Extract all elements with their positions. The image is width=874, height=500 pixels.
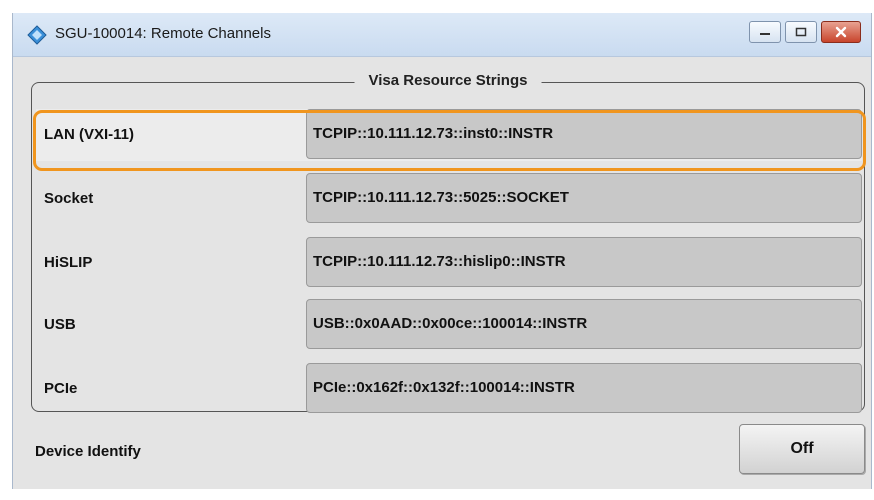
usb-resource-field[interactable]: USB::0x0AAD::0x00ce::100014::INSTR [306, 299, 862, 349]
minimize-icon [760, 33, 770, 35]
visa-resource-group: Visa Resource Strings LAN (VXI-11) TCPIP… [31, 72, 865, 415]
row-label: LAN (VXI-11) [44, 126, 135, 143]
dialog-content: Visa Resource Strings LAN (VXI-11) TCPIP… [13, 57, 871, 489]
maximize-icon [795, 27, 807, 37]
maximize-button[interactable] [785, 21, 817, 43]
close-button[interactable] [821, 21, 861, 43]
window-title: SGU-100014: Remote Channels [55, 25, 271, 42]
remote-channels-icon [27, 25, 47, 45]
pcie-resource-field[interactable]: PCIe::0x162f::0x132f::100014::INSTR [306, 363, 862, 413]
row-label: Socket [44, 190, 94, 207]
row-label: HiSLIP [44, 254, 93, 271]
lan-resource-field[interactable]: TCPIP::10.111.12.73::inst0::INSTR [306, 109, 862, 159]
minimize-button[interactable] [749, 21, 781, 43]
row-label: PCIe [44, 380, 78, 397]
row-socket: Socket TCPIP::10.111.12.73::5025::SOCKET [36, 173, 862, 225]
title-bar[interactable]: SGU-100014: Remote Channels [13, 13, 871, 57]
hislip-resource-field[interactable]: TCPIP::10.111.12.73::hislip0::INSTR [306, 237, 862, 287]
socket-resource-field[interactable]: TCPIP::10.111.12.73::5025::SOCKET [306, 173, 862, 223]
group-title: Visa Resource Strings [354, 72, 542, 89]
device-identify-label: Device Identify [35, 443, 141, 460]
row-hislip: HiSLIP TCPIP::10.111.12.73::hislip0::INS… [36, 237, 862, 289]
row-lan: LAN (VXI-11) TCPIP::10.111.12.73::inst0:… [36, 109, 862, 161]
close-icon [835, 26, 847, 38]
remote-channels-window: SGU-100014: Remote Channels Visa Resourc… [12, 13, 872, 489]
row-usb: USB USB::0x0AAD::0x00ce::100014::INSTR [36, 299, 862, 351]
row-pcie: PCIe PCIe::0x162f::0x132f::100014::INSTR [36, 363, 862, 415]
device-identify-toggle[interactable]: Off [739, 424, 865, 474]
row-label: USB [44, 316, 76, 333]
